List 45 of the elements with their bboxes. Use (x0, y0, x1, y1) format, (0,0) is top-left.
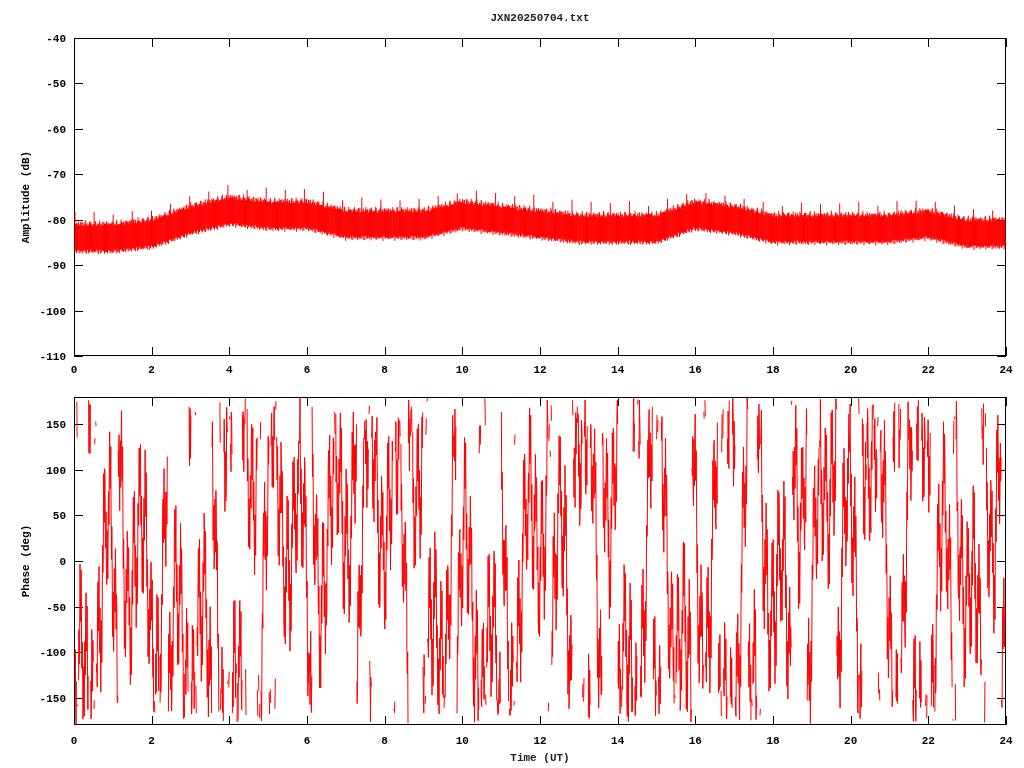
tick-label: 22 (921, 364, 935, 376)
tick-label: 6 (303, 735, 311, 747)
tick-label: -150 (39, 693, 66, 705)
tick-label: -90 (46, 260, 66, 272)
tick-label: 2 (148, 735, 155, 747)
tick-label: 150 (46, 419, 66, 431)
tick-label: 12 (533, 735, 547, 747)
tick-label: 8 (381, 364, 388, 376)
tick-label: 24 (999, 364, 1013, 376)
tick-label: -60 (46, 124, 66, 136)
tick-label: 4 (226, 364, 233, 376)
axis-title: Time (UT) (510, 751, 570, 766)
tick-label: 6 (303, 364, 311, 376)
tick-label: -40 (46, 33, 66, 45)
tick-label: -70 (46, 169, 66, 181)
tick-label: 20 (844, 364, 858, 376)
tick-label: 24 (999, 735, 1013, 747)
tick-label: 12 (533, 364, 547, 376)
tick-label: 18 (766, 735, 780, 747)
tick-label: 0 (70, 364, 78, 376)
tick-label: 2 (148, 364, 155, 376)
tick-label: 50 (52, 510, 66, 522)
tick-label: 20 (844, 735, 858, 747)
tick-label: 14 (611, 364, 625, 376)
tick-label: 10 (455, 364, 469, 376)
tick-label: 16 (688, 364, 702, 376)
axis-title: Amplitude (dB) (20, 150, 32, 244)
chart-title: JXN20250704.txt (490, 12, 590, 26)
tick-label: 100 (46, 465, 66, 477)
tick-label: 16 (688, 735, 702, 747)
tick-label: 0 (59, 556, 66, 568)
tick-label: -50 (46, 602, 66, 614)
tick-label: -80 (46, 215, 66, 227)
tick-label: 10 (455, 735, 469, 747)
tick-label: 14 (611, 735, 625, 747)
tick-label: -110 (39, 351, 66, 363)
tick-label: -100 (39, 306, 66, 318)
tick-label: -50 (46, 78, 66, 90)
tick-label: 0 (70, 735, 78, 747)
tick-label: 4 (226, 735, 233, 747)
tick-label: -100 (39, 647, 66, 659)
tick-label: 8 (381, 735, 388, 747)
axis-title: Phase (deg) (20, 524, 32, 598)
tick-label: 18 (766, 364, 780, 376)
tick-label: 22 (921, 735, 935, 747)
